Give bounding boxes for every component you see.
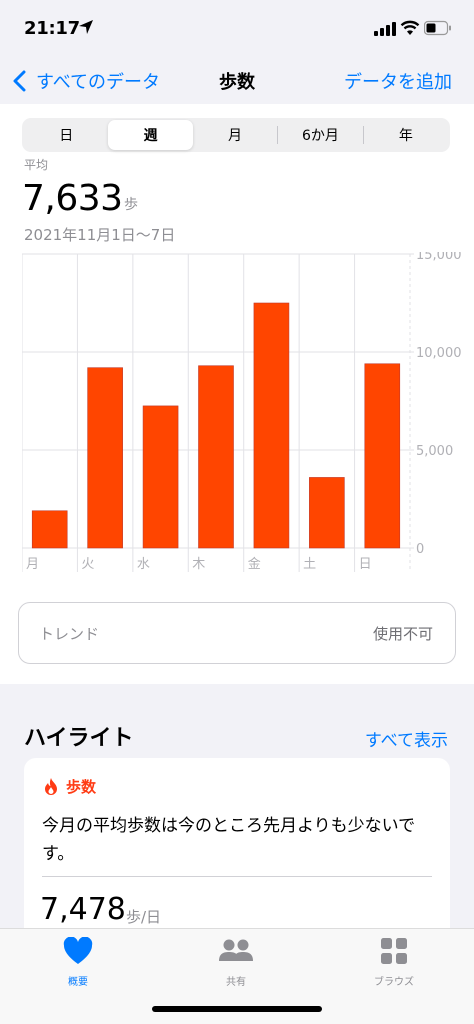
highlights-title: ハイライト bbox=[24, 726, 134, 751]
y-tick-label: 10,000 bbox=[416, 346, 462, 361]
battery-icon bbox=[424, 20, 451, 36]
highlight-message: 今月の平均歩数は今のところ先月よりも少ないです。 bbox=[42, 816, 416, 864]
chart-bar[interactable] bbox=[31, 510, 68, 549]
y-tick-label: 15,000 bbox=[416, 252, 462, 263]
segment-day[interactable]: 日 bbox=[24, 120, 108, 150]
highlight-value: 7,478 bbox=[40, 892, 126, 927]
highlight-category-label: 歩数 bbox=[66, 778, 97, 796]
tab-browse-label: ブラウズ bbox=[374, 977, 414, 988]
highlight-divider bbox=[42, 876, 432, 877]
highlight-category: 歩数 bbox=[44, 776, 96, 797]
back-button-label: すべてのデータ bbox=[36, 72, 161, 93]
navigation-bar: すべてのデータ 歩数 データを追加 bbox=[0, 58, 474, 104]
segment-month[interactable]: 月 bbox=[193, 120, 277, 150]
segment-week[interactable]: 週 bbox=[108, 120, 193, 150]
trend-row[interactable]: トレンド 使用不可 bbox=[18, 602, 456, 664]
home-indicator bbox=[152, 1006, 322, 1012]
trend-value: 使用不可 bbox=[372, 625, 433, 643]
highlight-unit: 歩/日 bbox=[126, 908, 162, 926]
chart-bar[interactable] bbox=[198, 365, 234, 549]
x-tick-label: 火 bbox=[81, 557, 94, 572]
tab-sharing-label: 共有 bbox=[226, 977, 246, 988]
chart-bar[interactable] bbox=[253, 302, 290, 549]
chart-bar[interactable] bbox=[309, 477, 345, 549]
add-data-button[interactable]: データを追加 bbox=[344, 68, 452, 94]
location-arrow-icon bbox=[79, 20, 93, 34]
chart-bar[interactable] bbox=[87, 367, 123, 549]
average-value: 7,633 bbox=[22, 178, 123, 219]
tab-summary-label: 概要 bbox=[68, 977, 88, 988]
x-tick-label: 月 bbox=[26, 557, 39, 572]
x-tick-label: 土 bbox=[303, 557, 316, 572]
tab-browse[interactable]: ブラウズ bbox=[354, 937, 434, 988]
x-tick-label: 水 bbox=[137, 557, 150, 572]
show-all-button[interactable]: すべて表示 bbox=[365, 726, 448, 751]
back-button[interactable]: すべてのデータ bbox=[12, 66, 160, 96]
average-unit: 歩 bbox=[124, 197, 138, 213]
tab-summary[interactable]: 概要 bbox=[38, 937, 118, 988]
date-range: 2021年11月1日〜7日 bbox=[24, 226, 176, 244]
y-tick-label: 0 bbox=[416, 542, 424, 557]
status-time: 21:17 bbox=[24, 18, 80, 39]
x-tick-label: 木 bbox=[192, 557, 205, 572]
trend-label: トレンド bbox=[39, 625, 100, 643]
x-tick-label: 金 bbox=[248, 556, 261, 572]
chevron-left-icon bbox=[13, 70, 26, 92]
chart-bar[interactable] bbox=[142, 405, 179, 549]
flame-icon bbox=[45, 778, 57, 795]
time-range-segmented-control: 日 週 月 6か月 年 bbox=[22, 118, 450, 152]
y-tick-label: 5,000 bbox=[416, 444, 453, 459]
average-label: 平均 bbox=[24, 158, 49, 172]
tab-sharing[interactable]: 共有 bbox=[196, 937, 276, 988]
chart-bar[interactable] bbox=[364, 363, 401, 549]
heart-icon bbox=[63, 937, 93, 964]
cellular-signal-icon bbox=[374, 22, 396, 36]
grid-icon bbox=[381, 938, 407, 964]
status-bar: 21:17 bbox=[0, 0, 474, 58]
x-tick-label: 日 bbox=[359, 557, 372, 572]
steps-summary-card: 日 週 月 6か月 年 平均 7,633 歩 2021年11月1日〜7日 15,… bbox=[0, 104, 474, 684]
wifi-icon bbox=[400, 20, 420, 35]
steps-bar-chart[interactable]: 15,000 10,000 5,000 0 月 火 水 木 金 土 日 bbox=[22, 252, 474, 582]
segment-6-months[interactable]: 6か月 bbox=[278, 120, 362, 150]
people-icon bbox=[219, 939, 253, 961]
segment-year[interactable]: 年 bbox=[364, 120, 448, 150]
